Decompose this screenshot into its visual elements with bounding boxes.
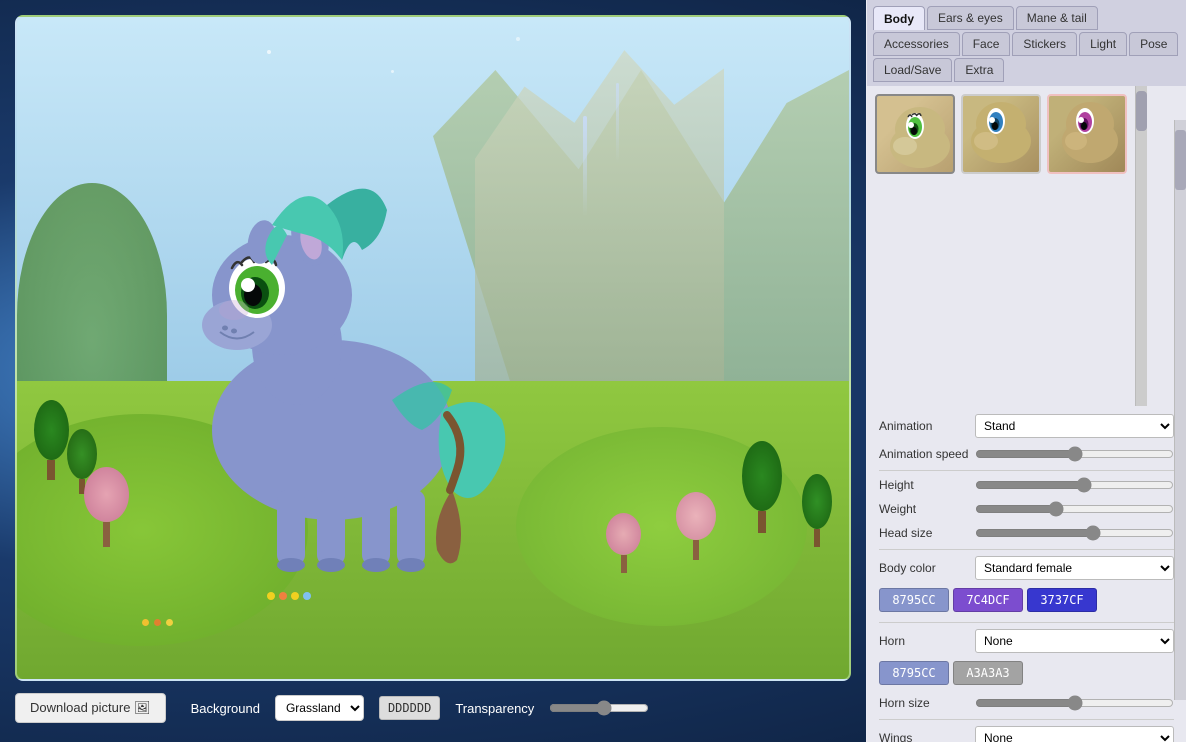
- right-panel: Body Ears & eyes Mane & tail Accessories…: [866, 0, 1186, 742]
- background-label: Background: [191, 701, 260, 716]
- background-color-box[interactable]: DDDDDD: [379, 696, 440, 720]
- animation-speed-label: Animation speed: [879, 447, 969, 461]
- blossom-tree-3: [606, 513, 641, 573]
- transparency-label: Transparency: [455, 701, 534, 716]
- divider-3: [879, 622, 1174, 623]
- tab-stickers[interactable]: Stickers: [1012, 32, 1077, 56]
- thumbnail-scroll-container: [867, 86, 1186, 406]
- tabs-row-2: Accessories Face Stickers Light Pose: [867, 30, 1186, 56]
- thumbnail-scrollbar[interactable]: [1135, 86, 1147, 406]
- thumbnails-area: [867, 86, 1135, 406]
- weight-slider[interactable]: [975, 501, 1174, 517]
- head-size-row: Head size: [879, 525, 1174, 541]
- thumb-svg-1: [885, 104, 955, 174]
- tab-extra[interactable]: Extra: [954, 58, 1004, 82]
- tabs-row-3: Load/Save Extra: [867, 56, 1186, 86]
- panel-scrollbar-track[interactable]: [1174, 120, 1186, 700]
- pony-illustration: [142, 150, 522, 580]
- download-button[interactable]: Download picture 🖼: [15, 693, 166, 723]
- animation-row: Animation Stand Walk Run Jump: [879, 414, 1174, 438]
- flowers-2: [142, 619, 173, 626]
- horn-size-slider[interactable]: [975, 695, 1174, 711]
- tab-face[interactable]: Face: [962, 32, 1011, 56]
- horn-color-1[interactable]: 8795CC: [879, 661, 949, 685]
- horn-size-row: Horn size: [879, 695, 1174, 711]
- tab-mane-tail[interactable]: Mane & tail: [1016, 6, 1098, 30]
- blossom-tree-2: [676, 492, 716, 560]
- body-color-2[interactable]: 7C4DCF: [953, 588, 1023, 612]
- height-slider[interactable]: [975, 477, 1174, 493]
- tab-ears-eyes[interactable]: Ears & eyes: [927, 6, 1014, 30]
- head-size-slider[interactable]: [975, 525, 1174, 541]
- tab-accessories[interactable]: Accessories: [873, 32, 960, 56]
- flowers-1: [267, 592, 311, 600]
- body-color-select[interactable]: Standard female Standard male Custom: [975, 556, 1174, 580]
- body-color-label: Body color: [879, 561, 969, 575]
- weight-row: Weight: [879, 501, 1174, 517]
- height-row: Height: [879, 477, 1174, 493]
- pony-canvas[interactable]: [15, 15, 851, 681]
- tab-body[interactable]: Body: [873, 6, 925, 30]
- canvas-area: Download picture 🖼 Background Grassland …: [0, 0, 866, 742]
- weight-label: Weight: [879, 502, 969, 516]
- eye-thumb-inner-1: [877, 96, 953, 172]
- waterfall: [583, 116, 587, 216]
- eye-thumbnail-2[interactable]: [961, 94, 1041, 174]
- horn-color-boxes: 8795CC A3A3A3: [879, 661, 1174, 685]
- body-color-boxes: 8795CC 7C4DCF 3737CF: [879, 588, 1174, 612]
- star-1: [267, 50, 271, 54]
- wings-row: Wings None Pegasus Alicorn: [879, 726, 1174, 742]
- animation-select[interactable]: Stand Walk Run Jump: [975, 414, 1174, 438]
- tab-load-save[interactable]: Load/Save: [873, 58, 952, 82]
- eye-thumb-inner-3: [1049, 96, 1125, 172]
- thumb-svg-2: [966, 99, 1036, 169]
- horn-size-label: Horn size: [879, 696, 969, 710]
- divider-2: [879, 549, 1174, 550]
- transparency-slider[interactable]: [549, 700, 649, 716]
- body-color-3[interactable]: 3737CF: [1027, 588, 1097, 612]
- controls-area: Animation Stand Walk Run Jump Animation …: [867, 406, 1186, 742]
- wings-select[interactable]: None Pegasus Alicorn: [975, 726, 1174, 742]
- eye-thumbnail-1[interactable]: [875, 94, 955, 174]
- horn-select[interactable]: None Unicorn Alicorn: [975, 629, 1174, 653]
- body-color-1[interactable]: 8795CC: [879, 588, 949, 612]
- animation-speed-row: Animation speed: [879, 446, 1174, 462]
- tab-pose[interactable]: Pose: [1129, 32, 1178, 56]
- tree-right-2: [802, 474, 832, 547]
- wings-label: Wings: [879, 731, 969, 742]
- background-select[interactable]: Grassland Forest Castle Space Beach: [275, 695, 364, 721]
- eye-thumbnail-3[interactable]: [1047, 94, 1127, 174]
- body-color-row: Body color Standard female Standard male…: [879, 556, 1174, 580]
- divider-4: [879, 719, 1174, 720]
- horn-row: Horn None Unicorn Alicorn: [879, 629, 1174, 653]
- waterfall-2: [616, 83, 619, 163]
- blossom-tree-1: [84, 467, 129, 547]
- horn-label: Horn: [879, 634, 969, 648]
- panel-scrollbar-thumb[interactable]: [1175, 130, 1186, 190]
- animation-label: Animation: [879, 419, 969, 433]
- eye-thumb-inner-2: [963, 96, 1039, 172]
- tree-right-1: [742, 441, 782, 533]
- divider-1: [879, 470, 1174, 471]
- tree-left-1: [34, 400, 69, 480]
- tab-light[interactable]: Light: [1079, 32, 1127, 56]
- horn-color-2[interactable]: A3A3A3: [953, 661, 1023, 685]
- thumb-svg-3: [1052, 99, 1122, 169]
- head-size-label: Head size: [879, 526, 969, 540]
- canvas-bottom-bar: Download picture 🖼 Background Grassland …: [15, 689, 851, 727]
- tabs-row-1: Body Ears & eyes Mane & tail: [867, 0, 1186, 30]
- animation-speed-slider[interactable]: [975, 446, 1174, 462]
- height-label: Height: [879, 478, 969, 492]
